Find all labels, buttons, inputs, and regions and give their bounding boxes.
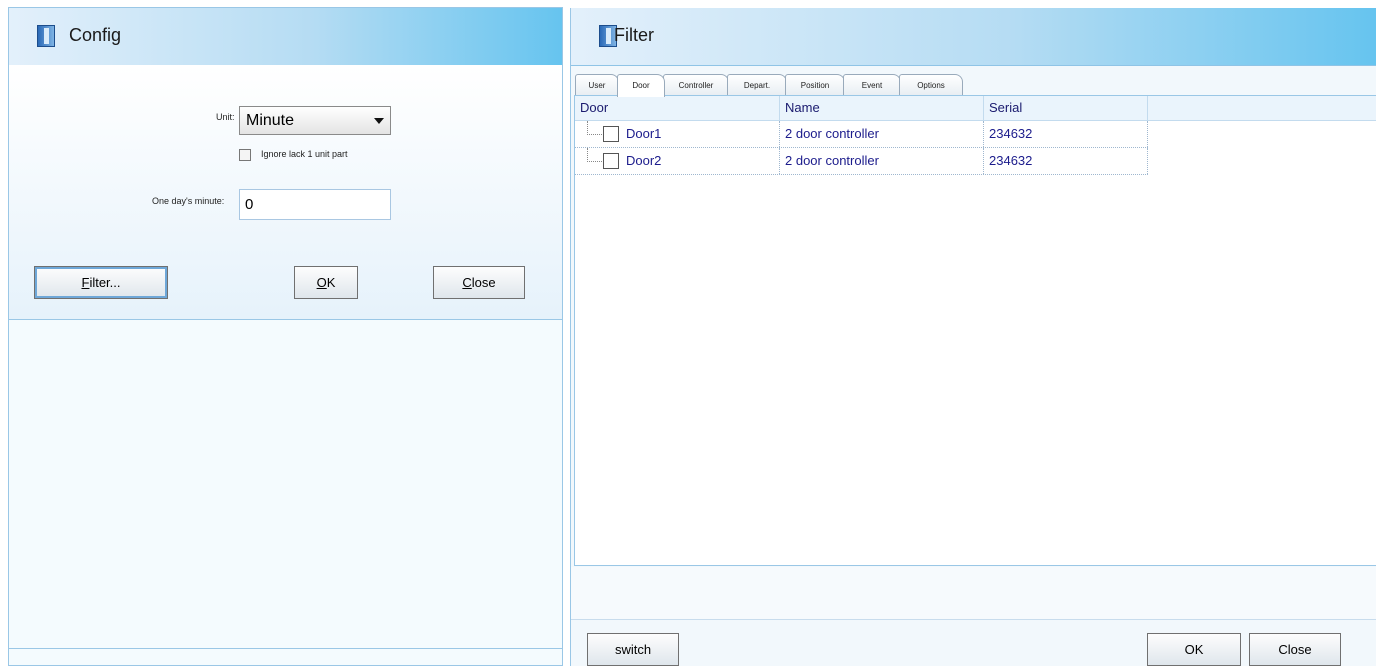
tab-user[interactable]: User xyxy=(575,74,619,95)
close-button-mnemonic: C xyxy=(462,275,472,290)
filter-footer-band xyxy=(571,567,1376,620)
tree-line xyxy=(587,148,602,162)
name-cell: 2 door controller xyxy=(780,148,984,174)
ignore-label: Ignore lack 1 unit part xyxy=(261,149,348,159)
door-icon xyxy=(37,25,55,47)
chevron-down-icon[interactable] xyxy=(374,118,384,124)
filter-close-button[interactable]: Close xyxy=(1249,633,1341,666)
config-titlebar[interactable]: Config xyxy=(9,8,562,66)
switch-button[interactable]: switch xyxy=(587,633,679,666)
serial-cell: 234632 xyxy=(984,121,1148,147)
tab-event[interactable]: Event xyxy=(843,74,901,95)
serial-cell: 234632 xyxy=(984,148,1148,174)
filter-titlebar[interactable]: Filter xyxy=(571,8,1376,66)
name-cell: 2 door controller xyxy=(780,121,984,147)
column-header-name[interactable]: Name xyxy=(780,96,984,120)
one-day-label: One day's minute: xyxy=(152,196,225,206)
ok-button-label: K xyxy=(326,275,336,290)
column-header-serial[interactable]: Serial xyxy=(984,96,1148,120)
row-checkbox[interactable] xyxy=(603,126,619,142)
config-title: Config xyxy=(69,25,122,45)
door-name: Door2 xyxy=(626,153,662,168)
config-panel: Unit: Minute Ignore lack 1 unit part One… xyxy=(9,65,562,320)
table-row[interactable]: Door1 2 door controller 234632 xyxy=(575,121,1148,148)
ok-button-mnemonic: O xyxy=(316,275,327,290)
grid-header: Door Name Serial xyxy=(575,96,1376,121)
filter-button[interactable]: Filter... xyxy=(34,266,168,299)
ignore-checkbox[interactable] xyxy=(239,149,251,161)
column-header-door[interactable]: Door xyxy=(575,96,780,120)
door-grid: Door Name Serial Door1 2 door controller… xyxy=(574,95,1376,566)
config-bottom-divider xyxy=(9,648,562,649)
close-button[interactable]: Close xyxy=(433,266,525,299)
tab-options[interactable]: Options xyxy=(899,74,963,95)
filter-title: Filter xyxy=(614,25,654,45)
tab-position[interactable]: Position xyxy=(785,74,845,95)
ok-button[interactable]: OK xyxy=(294,266,358,299)
one-day-value: 0 xyxy=(245,196,254,213)
filter-button-label: ilter... xyxy=(89,275,121,290)
unit-value: Minute xyxy=(246,112,295,129)
unit-select[interactable]: Minute xyxy=(239,106,391,135)
filter-ok-button[interactable]: OK xyxy=(1147,633,1241,666)
table-row[interactable]: Door2 2 door controller 234632 xyxy=(575,148,1148,175)
filter-window: Filter User Door Controller Depart. Posi… xyxy=(570,8,1376,666)
unit-label: Unit: xyxy=(216,112,235,122)
tab-controller[interactable]: Controller xyxy=(663,74,729,95)
door-name: Door1 xyxy=(626,126,662,141)
door-cell: Door2 xyxy=(575,148,780,174)
close-button-label: lose xyxy=(471,275,496,290)
tree-line xyxy=(587,121,602,135)
one-day-input[interactable]: 0 xyxy=(239,189,391,220)
tab-depart[interactable]: Depart. xyxy=(727,74,787,95)
config-window: Config Unit: Minute Ignore lack 1 unit p… xyxy=(8,7,563,666)
door-cell: Door1 xyxy=(575,121,780,147)
row-checkbox[interactable] xyxy=(603,153,619,169)
tab-door[interactable]: Door xyxy=(617,74,665,97)
